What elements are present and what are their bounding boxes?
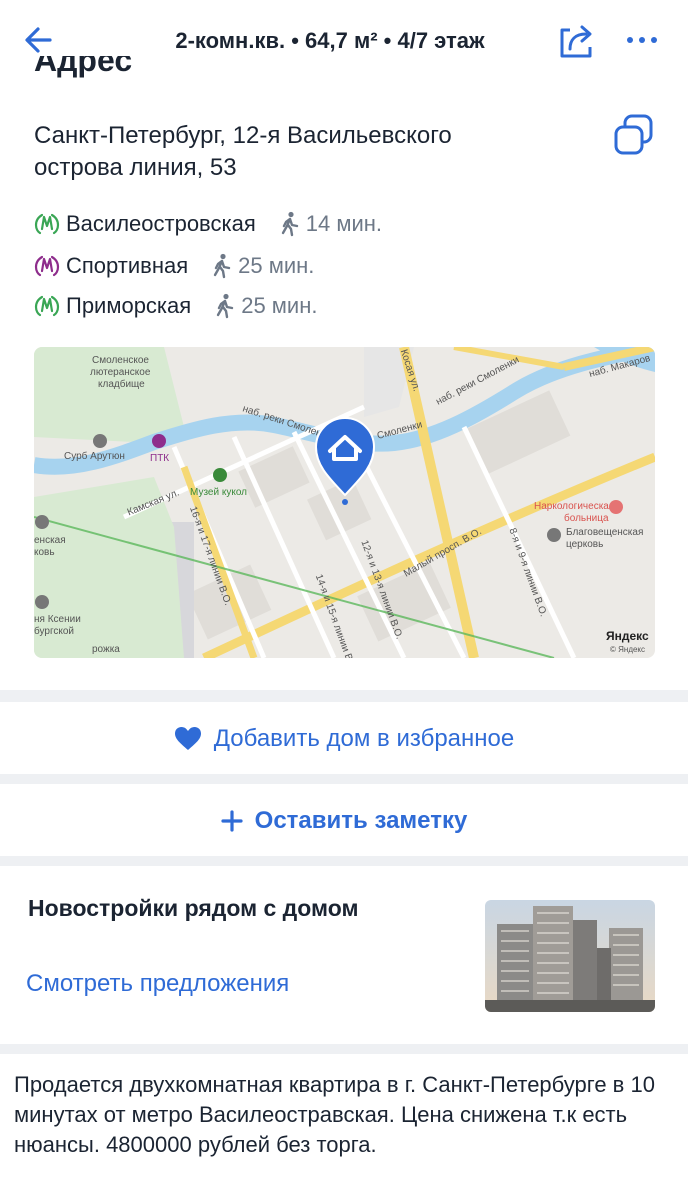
map-label: кладбище	[98, 378, 145, 390]
map-label: Благовещенская	[566, 527, 643, 538]
metro-station-name: Спортивная	[66, 253, 189, 278]
walking-icon	[217, 293, 234, 319]
back-arrow-icon[interactable]	[20, 24, 60, 56]
map-label: бургской	[34, 625, 74, 637]
map-label: Наркологическая	[534, 501, 614, 512]
map-label: енская	[34, 535, 66, 546]
walk-time: 25 мин.	[241, 293, 318, 318]
map-label: лютеранское	[90, 367, 151, 378]
metro-station-row: Василеостровская 14 мин.	[34, 209, 382, 239]
leave-note-button[interactable]: Оставить заметку	[0, 786, 688, 856]
metro-station-row: Спортивная 25 мин.	[34, 251, 314, 281]
metro-station-row: Приморская 25 мин.	[34, 291, 317, 321]
note-label: Оставить заметку	[254, 807, 468, 834]
map-label: Смоленское	[92, 355, 149, 366]
see-offers-link[interactable]: Смотреть предложения	[26, 970, 289, 998]
map-label: © Яндекс	[610, 645, 645, 654]
add-to-favorites-button[interactable]: Добавить дом в избранное	[0, 704, 688, 774]
map-label: ковь	[34, 547, 55, 558]
map-label: больница	[564, 512, 609, 524]
location-map[interactable]: Смоленское лютеранское кладбище Сурб Ару…	[34, 347, 655, 658]
section-divider	[0, 1044, 688, 1054]
metro-icon	[34, 295, 60, 317]
walk-time: 14 мин.	[305, 211, 383, 236]
section-divider	[0, 856, 688, 866]
new-builds-image[interactable]	[485, 900, 655, 1012]
walking-icon	[281, 211, 298, 237]
new-builds-title: Новостройки рядом с домом	[28, 895, 359, 921]
plus-icon	[221, 810, 243, 832]
walk-time: 25 мин.	[238, 253, 315, 278]
map-label: ПТК	[150, 453, 169, 464]
address-line-1: Санкт-Петербург, 12-я Васильевского	[34, 122, 452, 149]
map-label: рожка	[92, 644, 120, 655]
map-label: Музей кукол	[190, 487, 247, 498]
metro-station-name: Приморская	[66, 293, 192, 318]
more-options-icon[interactable]	[622, 28, 662, 52]
heart-icon	[174, 727, 201, 750]
metro-icon	[34, 213, 60, 235]
map-label: Сурб Арутюн	[64, 450, 125, 462]
map-label: Яндекс	[606, 629, 649, 643]
listing-summary-title: 2-комн.кв. • 64,7 м² • 4/7 этаж	[175, 28, 485, 53]
metro-station-name: Василеостровская	[66, 211, 256, 236]
favorite-label: Добавить дом в избранное	[213, 725, 515, 752]
section-heading: Адрес	[34, 56, 133, 78]
share-icon[interactable]	[554, 20, 596, 62]
address-line-2: острова линия, 53	[34, 154, 237, 181]
section-divider	[0, 690, 688, 702]
address-text: Санкт-Петербург, 12-я Васильевского остр…	[34, 120, 554, 184]
copy-icon[interactable]	[610, 112, 660, 160]
walking-icon	[213, 253, 231, 279]
metro-icon	[34, 255, 60, 277]
listing-description: Продается двухкомнатная квартира в г. Са…	[14, 1072, 655, 1157]
map-label: церковь	[566, 539, 603, 550]
section-divider	[0, 774, 688, 784]
map-label: ня Ксении	[34, 614, 81, 625]
